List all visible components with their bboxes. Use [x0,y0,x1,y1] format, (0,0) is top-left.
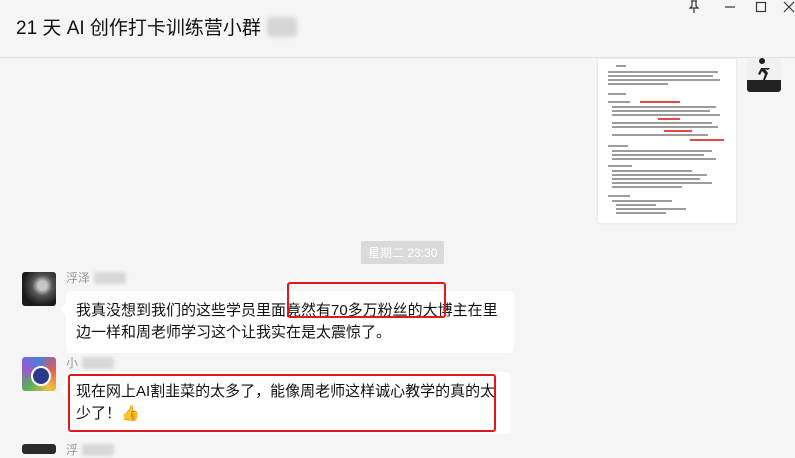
title-blur [266,17,297,37]
avatar[interactable] [22,357,56,391]
avatar[interactable] [22,444,56,454]
sender-name: 浮泽 [66,269,127,286]
self-avatar[interactable] [747,58,781,92]
shared-document-image[interactable] [597,58,737,224]
maximize-icon[interactable] [755,0,775,16]
chat-title-text: 21 天 AI 创作打卡训练营小群 [16,18,261,39]
timestamp-divider: 星期二 23:30 [361,241,445,264]
chat-area[interactable]: 星期二 23:30 浮泽 我真没想到我们的这些学员里面竟然有70多万粉丝的大博主… [0,58,795,457]
avatar[interactable] [22,272,56,306]
highlight-box [287,282,446,318]
highlight-box [68,374,496,432]
close-icon[interactable] [783,0,795,16]
chat-title: 21 天 AI 创作打卡训练营小群 [16,13,297,40]
sender-name-text: 小 [66,356,79,370]
sender-blur [82,444,115,456]
sender-blur [82,357,115,369]
minimize-icon[interactable] [724,0,744,16]
sender-blur [94,272,127,284]
pin-icon[interactable] [688,0,708,16]
sender-name-text: 浮泽 [66,271,91,285]
sender-name-text: 浮 [66,443,79,457]
sender-name: 浮 [66,441,115,458]
sender-name: 小 [66,354,115,371]
chat-header: 21 天 AI 创作打卡训练营小群 [0,0,795,58]
